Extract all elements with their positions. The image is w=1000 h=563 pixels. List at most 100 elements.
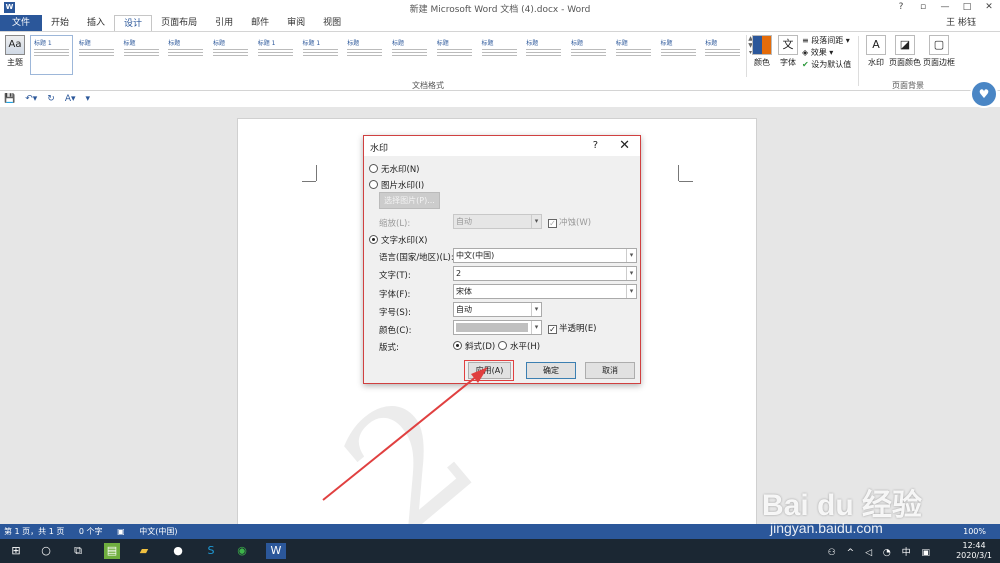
- qq-icon[interactable]: ●: [170, 543, 186, 559]
- speaker-icon[interactable]: ◁: [865, 548, 872, 558]
- redo-icon[interactable]: ↻: [47, 94, 55, 104]
- style-set-thumb[interactable]: 标题: [343, 35, 386, 75]
- user-account[interactable]: 王 彬钰: [946, 15, 976, 31]
- effects-button[interactable]: ◈ 效果 ▾: [802, 47, 851, 59]
- text-combobox[interactable]: 2 ▾: [453, 266, 637, 281]
- folder-icon[interactable]: ▰: [136, 543, 152, 559]
- paragraph-spacing-button[interactable]: ≡ 段落间距 ▾: [802, 35, 851, 47]
- windows-start-icon[interactable]: ⊞: [8, 543, 24, 559]
- washout-checkbox[interactable]: ✓ 冲蚀(W): [548, 216, 591, 228]
- style-set-thumb[interactable]: 标题 1: [299, 35, 342, 75]
- effects-icon: ◈: [802, 48, 811, 57]
- chevron-up-icon[interactable]: ^: [847, 548, 855, 558]
- tab-review[interactable]: 审阅: [278, 15, 314, 31]
- dialog-close-button[interactable]: ✕: [619, 138, 630, 153]
- style-set-thumb[interactable]: 标题: [209, 35, 252, 75]
- browser-icon[interactable]: ◉: [234, 543, 250, 559]
- tab-mailings[interactable]: 邮件: [242, 15, 278, 31]
- undo-icon[interactable]: ↶▾: [25, 94, 37, 104]
- close-button[interactable]: ✕: [978, 0, 1000, 15]
- style-thumb-title: 标题 1: [34, 40, 52, 47]
- margin-corner: [316, 165, 317, 181]
- scale-select[interactable]: 自动 ▾: [453, 214, 542, 229]
- word-count[interactable]: 0 个字: [79, 527, 103, 536]
- style-set-thumb[interactable]: 标题: [657, 35, 700, 75]
- horizontal-option[interactable]: 水平(H): [498, 340, 540, 352]
- apply-button[interactable]: 应用(A): [468, 362, 511, 379]
- size-select[interactable]: 自动 ▾: [453, 302, 542, 317]
- ribbon-display-button[interactable]: ▫: [912, 0, 934, 15]
- tab-file[interactable]: 文件: [0, 15, 43, 31]
- page-count[interactable]: 第 1 页，共 1 页: [4, 527, 64, 536]
- page-color-button[interactable]: ◪ 页面颜色: [889, 35, 921, 68]
- set-default-button[interactable]: ✔ 设为默认值: [802, 59, 851, 71]
- dialog-help-button[interactable]: ?: [593, 140, 598, 151]
- chevron-down-icon: ▾: [531, 215, 541, 228]
- color-select[interactable]: ▾: [453, 320, 542, 335]
- zoom-level[interactable]: 100%: [963, 524, 986, 539]
- doc-format-group-label: 文档格式: [412, 81, 444, 90]
- customize-qat-icon[interactable]: ▾: [86, 94, 91, 104]
- ok-button[interactable]: 确定: [526, 362, 576, 379]
- style-set-thumb[interactable]: 标题: [522, 35, 565, 75]
- task-view-icon[interactable]: ⧉: [70, 543, 86, 559]
- style-thumb-title: 标题: [213, 40, 226, 47]
- style-set-thumb[interactable]: 标题 1: [254, 35, 297, 75]
- diagonal-option[interactable]: 斜式(D): [453, 340, 495, 352]
- font-select[interactable]: 宋体 ▾: [453, 284, 637, 299]
- picture-watermark-option[interactable]: 图片水印(I): [369, 179, 424, 191]
- proofing-icon[interactable]: ▣: [117, 527, 125, 536]
- save-icon[interactable]: 💾: [4, 94, 15, 104]
- people-icon[interactable]: ⚇: [828, 548, 836, 558]
- style-set-thumb[interactable]: 标题: [120, 35, 163, 75]
- clock[interactable]: 12:44 2020/3/1: [956, 541, 992, 561]
- notification-icon[interactable]: ▣: [921, 548, 930, 558]
- tab-references[interactable]: 引用: [206, 15, 242, 31]
- style-set-thumb[interactable]: 标题: [612, 35, 655, 75]
- skype-icon[interactable]: S: [203, 543, 219, 559]
- style-thumb-title: 标题: [615, 40, 628, 47]
- avatar[interactable]: ♥: [970, 80, 998, 108]
- app-icon[interactable]: ▤: [104, 543, 120, 559]
- ime-indicator[interactable]: 中: [902, 548, 911, 558]
- tab-view[interactable]: 视图: [314, 15, 350, 31]
- tab-design[interactable]: 设计: [114, 15, 153, 31]
- style-set-thumb[interactable]: 标题: [388, 35, 431, 75]
- text-watermark-option[interactable]: 文字水印(X): [369, 234, 427, 246]
- watermark-icon: A: [866, 35, 886, 55]
- tab-layout[interactable]: 页面布局: [152, 15, 206, 31]
- style-set-thumb[interactable]: 标题: [701, 35, 744, 75]
- paragraph-spacing-icon: ≡: [802, 36, 812, 45]
- style-set-thumb[interactable]: 标题: [75, 35, 118, 75]
- style-set-thumb[interactable]: 标题: [478, 35, 521, 75]
- page-border-button[interactable]: ▢ 页面边框: [922, 35, 956, 68]
- style-set-thumb[interactable]: 标题 1: [30, 35, 74, 75]
- language-status[interactable]: 中文(中国): [139, 527, 177, 536]
- style-thumb-title: 标题: [123, 40, 136, 47]
- fonts-button[interactable]: 文 字体: [774, 35, 802, 68]
- cancel-button[interactable]: 取消: [585, 362, 635, 379]
- themes-button[interactable]: Aa 主题: [2, 35, 28, 89]
- help-button[interactable]: ?: [890, 0, 912, 15]
- search-icon[interactable]: ○: [38, 543, 54, 559]
- language-select[interactable]: 中文(中国) ▾: [453, 248, 637, 263]
- style-set-thumb[interactable]: 标题: [433, 35, 476, 75]
- maximize-button[interactable]: □: [956, 0, 978, 15]
- style-set-thumb[interactable]: 标题: [164, 35, 207, 75]
- colors-button[interactable]: 颜色: [748, 35, 776, 68]
- text-format-icon[interactable]: A▾: [65, 94, 76, 104]
- baidu-url-watermark: jingyan.baidu.com: [770, 520, 883, 536]
- minimize-button[interactable]: —: [934, 0, 956, 15]
- select-picture-button[interactable]: 选择图片(P)...: [379, 192, 440, 209]
- style-set-thumb[interactable]: 标题: [567, 35, 610, 75]
- tab-home[interactable]: 开始: [42, 15, 78, 31]
- word-taskbar-icon[interactable]: W: [266, 543, 286, 559]
- tab-insert[interactable]: 插入: [78, 15, 114, 31]
- radio-icon: [369, 235, 378, 244]
- no-watermark-option[interactable]: 无水印(N): [369, 163, 420, 175]
- semitransparent-checkbox[interactable]: ✓ 半透明(E): [548, 322, 597, 334]
- network-icon[interactable]: ◔: [883, 548, 891, 558]
- watermark-button[interactable]: A 水印: [862, 35, 890, 68]
- quick-access-toolbar: 💾 ↶▾ ↻ A▾ ▾: [0, 91, 1000, 107]
- page-bg-group-label: 页面背景: [892, 81, 924, 90]
